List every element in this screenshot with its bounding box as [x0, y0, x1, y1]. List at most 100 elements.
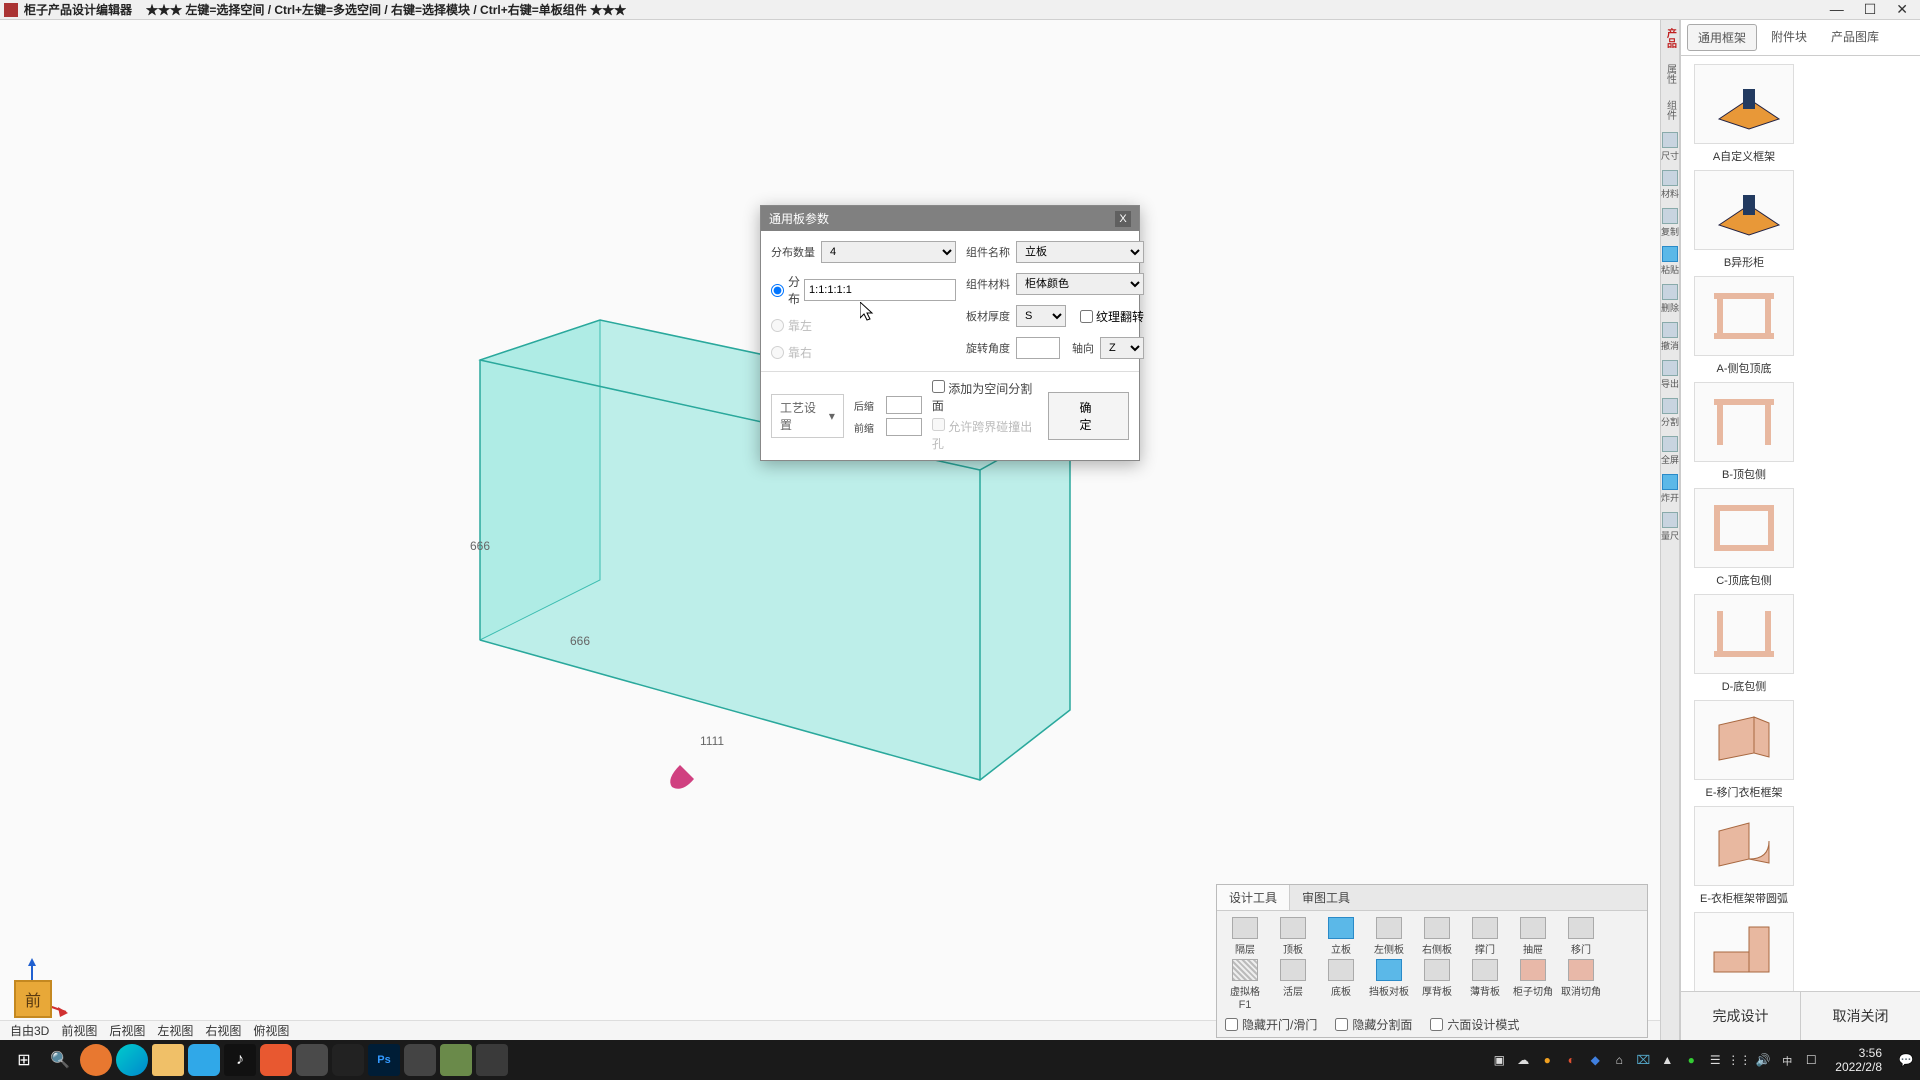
vbtn-split[interactable]: 分割 [1661, 398, 1679, 428]
app-icon[interactable] [188, 1044, 220, 1076]
vbtn-delete[interactable]: 删除 [1661, 284, 1679, 314]
vbtn-size[interactable]: 尺寸 [1661, 132, 1679, 162]
app-icon[interactable] [404, 1044, 436, 1076]
vbtn-paste[interactable]: 粘贴 [1661, 246, 1679, 276]
add-split-checkbox[interactable]: 添加为空间分割面 [932, 380, 1038, 414]
rotation-input[interactable] [1016, 337, 1060, 359]
back-shrink-input[interactable] [886, 396, 922, 414]
tool-live[interactable]: 活层 [1269, 957, 1317, 999]
tool-shelf[interactable]: 隔层 [1221, 915, 1269, 957]
lib-item[interactable]: B异形柜 [1689, 170, 1799, 270]
tool-slide[interactable]: 移门 [1557, 915, 1605, 957]
tab-frame[interactable]: 通用框架 [1687, 24, 1757, 51]
tiktok-icon[interactable]: ♪ [224, 1044, 256, 1076]
tray-icon[interactable]: ▣ [1491, 1052, 1507, 1068]
lib-item[interactable]: E-移门衣柜框架 [1689, 700, 1799, 800]
vtab-component[interactable]: 组件 [1663, 96, 1678, 124]
bluetooth-icon[interactable]: ⌧ [1635, 1052, 1651, 1068]
lib-item[interactable]: A自定义框架 [1689, 64, 1799, 164]
tray-icon[interactable]: ☁ [1515, 1052, 1531, 1068]
vbtn-material[interactable]: 材料 [1661, 170, 1679, 200]
view-free3d[interactable]: 自由3D [10, 1022, 49, 1039]
texture-flip-checkbox[interactable]: 纹理翻转 [1080, 308, 1144, 325]
tray-icon[interactable]: ◆ [1587, 1052, 1603, 1068]
vbtn-fullscreen[interactable]: 全屏 [1661, 436, 1679, 466]
view-front[interactable]: 前视图 [61, 1022, 97, 1039]
cancel-close-button[interactable]: 取消关闭 [1800, 992, 1920, 1040]
vtab-property[interactable]: 属性 [1663, 60, 1678, 88]
tool-cut[interactable]: 柜子切角 [1509, 957, 1557, 999]
axis-gizmo[interactable]: 前 [8, 956, 68, 1026]
vtab-product[interactable]: 产品 [1663, 24, 1678, 52]
lib-item[interactable]: A-侧包顶底 [1689, 276, 1799, 376]
tool-thinback[interactable]: 薄背板 [1461, 957, 1509, 999]
lib-item[interactable]: C-顶底包侧 [1689, 488, 1799, 588]
view-left[interactable]: 左视图 [157, 1022, 193, 1039]
start-button[interactable]: ⊞ [8, 1044, 40, 1076]
tool-pair[interactable]: 挡板对板 [1365, 957, 1413, 999]
lib-item[interactable]: F-榻榻米滑门衣柜框架 [1689, 912, 1799, 991]
tool-leftside[interactable]: 左侧板 [1365, 915, 1413, 957]
chk-six-face[interactable]: 六面设计模式 [1430, 1016, 1519, 1033]
tray-icon[interactable]: ◐ [1563, 1052, 1579, 1068]
app-icon[interactable] [296, 1044, 328, 1076]
thickness-select[interactable]: S [1016, 305, 1066, 327]
app-icon[interactable] [476, 1044, 508, 1076]
tab-design-tools[interactable]: 设计工具 [1217, 885, 1290, 910]
edge-icon[interactable] [116, 1044, 148, 1076]
tool-door[interactable]: 撑门 [1461, 915, 1509, 957]
app-icon[interactable] [332, 1044, 364, 1076]
tray-icon[interactable]: ☰ [1707, 1052, 1723, 1068]
tool-virtual[interactable]: 虚拟格 [1221, 957, 1269, 999]
material-select[interactable]: 柜体颜色 [1016, 273, 1144, 295]
tab-review-tools[interactable]: 审图工具 [1290, 885, 1362, 910]
app-icon[interactable] [440, 1044, 472, 1076]
tool-bottom[interactable]: 底板 [1317, 957, 1365, 999]
app-icon[interactable] [80, 1044, 112, 1076]
view-back[interactable]: 后视图 [109, 1022, 145, 1039]
dialog-close-button[interactable]: X [1115, 211, 1131, 227]
vbtn-export[interactable]: 导出 [1661, 360, 1679, 390]
tool-top[interactable]: 顶板 [1269, 915, 1317, 957]
app-icon[interactable] [260, 1044, 292, 1076]
view-right[interactable]: 右视图 [205, 1022, 241, 1039]
view-top[interactable]: 俯视图 [253, 1022, 289, 1039]
vbtn-copy[interactable]: 复制 [1661, 208, 1679, 238]
close-button[interactable]: ✕ [1896, 1, 1908, 18]
front-shrink-input[interactable] [886, 418, 922, 436]
chk-hide-split[interactable]: 隐藏分割面 [1335, 1016, 1412, 1033]
vbtn-measure[interactable]: 量尺 [1661, 512, 1679, 542]
tray-icon[interactable]: ● [1539, 1052, 1555, 1068]
tray-icon[interactable]: ▲ [1659, 1052, 1675, 1068]
explorer-icon[interactable] [152, 1044, 184, 1076]
vbtn-undo[interactable]: 撤消 [1661, 322, 1679, 352]
photoshop-icon[interactable]: Ps [368, 1044, 400, 1076]
tool-vertical[interactable]: 立板 [1317, 915, 1365, 957]
volume-icon[interactable]: 🔊 [1755, 1052, 1771, 1068]
wifi-icon[interactable]: ⋮⋮ [1731, 1052, 1747, 1068]
tray-icon[interactable]: ☐ [1803, 1052, 1819, 1068]
tray-icon[interactable]: ● [1683, 1052, 1699, 1068]
name-select[interactable]: 立板 [1016, 241, 1144, 263]
tab-gallery[interactable]: 产品图库 [1821, 24, 1889, 51]
ok-button[interactable]: 确 定 [1048, 392, 1129, 440]
vbtn-explode[interactable]: 炸开 [1661, 474, 1679, 504]
taskbar-clock[interactable]: 3:56 2022/2/8 [1827, 1046, 1890, 1075]
tool-uncut[interactable]: 取消切角 [1557, 957, 1605, 999]
lib-item[interactable]: D-底包侧 [1689, 594, 1799, 694]
chk-hide-doors[interactable]: 隐藏开门/滑门 [1225, 1016, 1317, 1033]
minimize-button[interactable]: — [1830, 1, 1844, 18]
tool-thickback[interactable]: 厚背板 [1413, 957, 1461, 999]
search-icon[interactable]: 🔍 [44, 1044, 76, 1076]
tab-accessory[interactable]: 附件块 [1761, 24, 1817, 51]
radio-distribute[interactable] [771, 284, 784, 297]
finish-design-button[interactable]: 完成设计 [1681, 992, 1800, 1040]
tool-drawer[interactable]: 抽屉 [1509, 915, 1557, 957]
tool-rightside[interactable]: 右侧板 [1413, 915, 1461, 957]
lib-item[interactable]: E-衣柜框架带圆弧 [1689, 806, 1799, 906]
tray-icon[interactable]: ⌂ [1611, 1052, 1627, 1068]
lib-item[interactable]: B-顶包侧 [1689, 382, 1799, 482]
gizmo-cube[interactable]: 前 [14, 980, 52, 1018]
notifications-icon[interactable]: 💬 [1898, 1052, 1914, 1068]
maximize-button[interactable]: ☐ [1864, 1, 1877, 18]
